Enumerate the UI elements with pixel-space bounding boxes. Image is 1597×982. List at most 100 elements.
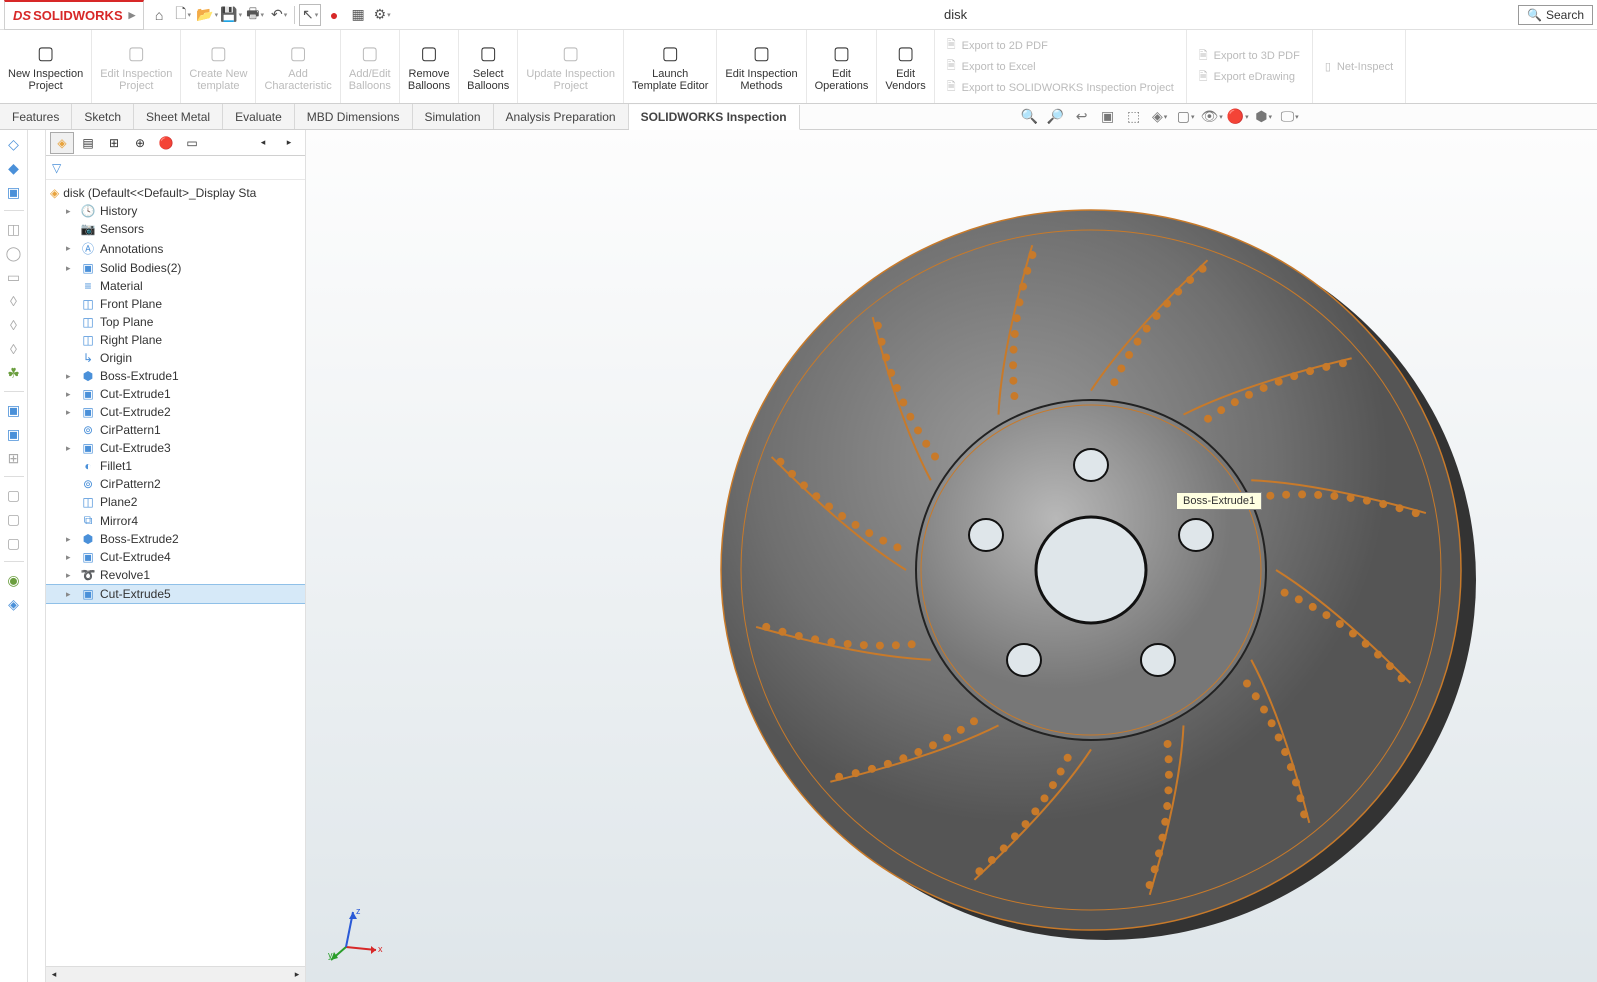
tree-item-cut-extrude2[interactable]: ▸▣Cut-Extrude2 (46, 403, 305, 421)
tab-mbd-dimensions[interactable]: MBD Dimensions (295, 104, 413, 129)
tab-sketch[interactable]: Sketch (72, 104, 134, 129)
tree-item-boss-extrude2[interactable]: ▸⬢Boss-Extrude2 (46, 530, 305, 548)
ribbon-button-edit-inspection[interactable]: ▢Edit InspectionMethods (717, 30, 806, 103)
taskpane-sw-resources-icon[interactable]: ◇ (4, 134, 24, 154)
graphics-viewport[interactable]: Boss-Extrude1 x y z (306, 130, 1597, 982)
tree-item-right-plane[interactable]: ◫Right Plane (46, 331, 305, 349)
home-icon[interactable]: ⌂ (148, 4, 170, 26)
section-view-icon[interactable]: ▣ (1098, 107, 1118, 127)
tree-item-cut-extrude4[interactable]: ▸▣Cut-Extrude4 (46, 548, 305, 566)
taskpane-file-explorer-icon[interactable]: ▣ (4, 182, 24, 202)
export-2d-pdf[interactable]: 🗎Export to 2D PDF (947, 36, 1174, 55)
tab-sheet-metal[interactable]: Sheet Metal (134, 104, 223, 129)
expand-icon[interactable]: ▸ (66, 534, 76, 545)
panel-scrollbar[interactable]: ◂ ▸ (46, 966, 305, 982)
expand-icon[interactable]: ▸ (66, 243, 76, 254)
taskpane-forum-icon[interactable]: ☘ (4, 363, 24, 383)
expand-icon[interactable]: ▸ (66, 389, 76, 400)
tree-item-revolve1[interactable]: ▸➰Revolve1 (46, 566, 305, 584)
configuration-manager-tab-icon[interactable]: ⊞ (102, 132, 126, 154)
view-settings-icon[interactable]: 🖵 (1280, 107, 1300, 127)
options-icon[interactable]: ▦ (347, 4, 369, 26)
save-icon[interactable]: 💾 (220, 4, 242, 26)
tree-item-front-plane[interactable]: ◫Front Plane (46, 295, 305, 313)
taskpane-item-icon[interactable]: ▣ (4, 424, 24, 444)
scroll-right-icon[interactable]: ▸ (289, 967, 305, 982)
tree-item-cut-extrude5[interactable]: ▸▣Cut-Extrude5 (46, 584, 305, 604)
tab-features[interactable]: Features (0, 104, 72, 129)
net-inspect-button[interactable]: ▯Net-Inspect (1325, 60, 1393, 73)
tree-item-sensors[interactable]: 📷Sensors (46, 220, 305, 238)
tree-item-solid-bodies-2-[interactable]: ▸▣Solid Bodies(2) (46, 259, 305, 277)
tree-root-item[interactable]: ◈ disk (Default<<Default>_Display Sta (46, 184, 305, 202)
select-tool-icon[interactable]: ↖ (299, 4, 321, 26)
feature-manager-tab-icon[interactable]: ◈ (50, 132, 74, 154)
tree-item-cut-extrude1[interactable]: ▸▣Cut-Extrude1 (46, 385, 305, 403)
app-logo[interactable]: DSSOLIDWORKS▸ (4, 0, 144, 30)
export-excel[interactable]: 🗎Export to Excel (947, 57, 1174, 76)
print-icon[interactable]: 🖶 (244, 4, 266, 26)
expand-icon[interactable]: ▸ (66, 407, 76, 418)
tab-analysis-preparation[interactable]: Analysis Preparation (494, 104, 629, 129)
expand-icon[interactable]: ▸ (66, 371, 76, 382)
tab-simulation[interactable]: Simulation (413, 104, 494, 129)
dynamic-annotation-icon[interactable]: ⬚ (1124, 107, 1144, 127)
taskpane-appearances-icon[interactable]: ◯ (4, 243, 24, 263)
tree-item-plane2[interactable]: ◫Plane2 (46, 493, 305, 511)
settings-gear-icon[interactable]: ⚙ (371, 4, 393, 26)
zoom-fit-icon[interactable]: 🔍 (1020, 107, 1040, 127)
expand-icon[interactable]: ▸ (66, 263, 76, 274)
panel-left-arrow-icon[interactable]: ◂ (251, 132, 275, 154)
expand-icon[interactable]: ▸ (66, 443, 76, 454)
model-brake-disk[interactable] (686, 170, 1496, 980)
taskpane-item-icon[interactable]: ▢ (4, 509, 24, 529)
taskpane-item-icon[interactable]: ⊞ (4, 448, 24, 468)
apply-scene-icon[interactable]: ⬢ (1254, 107, 1274, 127)
tree-item-mirror4[interactable]: ⧉Mirror4 (46, 511, 305, 530)
filter-icon[interactable]: ▽ (52, 161, 61, 175)
ribbon-button-add[interactable]: ▢AddCharacteristic (256, 30, 340, 103)
tree-item-top-plane[interactable]: ◫Top Plane (46, 313, 305, 331)
ribbon-button-select[interactable]: ▢SelectBalloons (459, 30, 518, 103)
tree-item-fillet1[interactable]: ◐Fillet1 (46, 457, 305, 475)
view-orientation-icon[interactable]: ◈ (1150, 107, 1170, 127)
undo-icon[interactable]: ↶ (268, 4, 290, 26)
taskpane-item-icon[interactable]: ◊ (4, 315, 24, 335)
export-3d-pdf[interactable]: 🗎Export to 3D PDF (1199, 47, 1300, 66)
tab-solidworks-inspection[interactable]: SOLIDWORKS Inspection (629, 105, 800, 130)
scroll-left-icon[interactable]: ◂ (46, 967, 62, 982)
taskpane-item-icon[interactable]: ◊ (4, 291, 24, 311)
hide-show-icon[interactable]: 👁 (1202, 107, 1222, 127)
display-style-icon[interactable]: ▢ (1176, 107, 1196, 127)
taskpane-view-palette-icon[interactable]: ◫ (4, 219, 24, 239)
property-manager-tab-icon[interactable]: ▤ (76, 132, 100, 154)
tree-item-material-not-specified-[interactable]: ≡Material (46, 277, 305, 295)
taskpane-item-icon[interactable]: ◉ (4, 570, 24, 590)
panel-right-arrow-icon[interactable]: ▸ (277, 132, 301, 154)
rebuild-icon[interactable]: ● (323, 4, 345, 26)
ribbon-button-new-inspection[interactable]: ▢New InspectionProject (0, 30, 92, 103)
expand-icon[interactable]: ▸ (66, 589, 76, 600)
open-doc-icon[interactable]: 📂 (196, 4, 218, 26)
ribbon-button-edit-inspection[interactable]: ▢Edit InspectionProject (92, 30, 181, 103)
expand-icon[interactable]: ▸ (66, 552, 76, 563)
tree-item-cut-extrude3[interactable]: ▸▣Cut-Extrude3 (46, 439, 305, 457)
search-button[interactable]: 🔍Search (1518, 5, 1593, 25)
edit-appearance-icon[interactable]: 🔴 (1228, 107, 1248, 127)
tree-item-cirpattern1[interactable]: ⊚CirPattern1 (46, 421, 305, 439)
taskpane-item-icon[interactable]: ▣ (4, 400, 24, 420)
export-edrawing[interactable]: 🗎Export eDrawing (1199, 68, 1300, 87)
orientation-triad[interactable]: x y z (326, 902, 386, 962)
taskpane-item-icon[interactable]: ◈ (4, 594, 24, 614)
ribbon-button-create-new[interactable]: ▢Create Newtemplate (181, 30, 256, 103)
tab-evaluate[interactable]: Evaluate (223, 104, 295, 129)
export-swi-project[interactable]: 🗎Export to SOLIDWORKS Inspection Project (947, 78, 1174, 97)
zoom-area-icon[interactable]: 🔎 (1046, 107, 1066, 127)
expand-icon[interactable]: ▸ (66, 206, 76, 217)
ribbon-button-edit[interactable]: ▢EditOperations (807, 30, 878, 103)
ribbon-button-edit[interactable]: ▢EditVendors (877, 30, 934, 103)
taskpane-item-icon[interactable]: ◊ (4, 339, 24, 359)
ribbon-button-launch[interactable]: ▢LaunchTemplate Editor (624, 30, 717, 103)
taskpane-item-icon[interactable]: ▢ (4, 485, 24, 505)
taskpane-design-library-icon[interactable]: ◆ (4, 158, 24, 178)
